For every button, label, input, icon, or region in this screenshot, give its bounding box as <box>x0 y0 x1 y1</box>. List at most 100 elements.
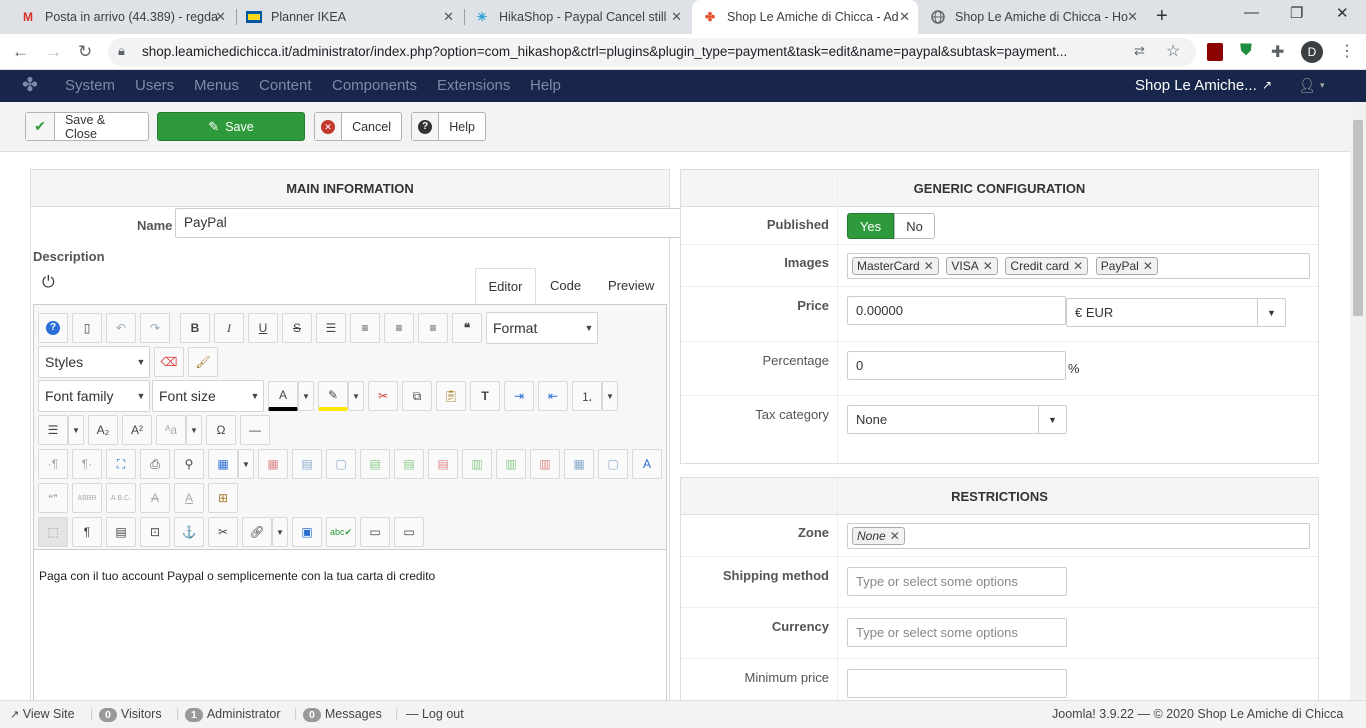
search-replace-icon[interactable]: ⚲ <box>174 449 204 479</box>
attributes-icon[interactable]: ⊞ <box>208 483 238 513</box>
highlight-color-icon[interactable]: ✎ <box>318 381 348 411</box>
insert-col-after-icon[interactable]: ▥ <box>496 449 526 479</box>
insert-row-after-icon[interactable]: ▤ <box>394 449 424 479</box>
cell-props-icon[interactable]: ▢ <box>326 449 356 479</box>
styles-a-icon[interactable]: A <box>632 449 662 479</box>
media-icon[interactable]: ⊡ <box>140 517 170 547</box>
rtl-icon[interactable]: ¶· <box>72 449 102 479</box>
chevron-down-icon[interactable]: ▼ <box>186 415 202 445</box>
text-color-icon[interactable]: A <box>268 381 298 411</box>
star-icon[interactable]: ☆ <box>1166 41 1180 61</box>
outdent-icon[interactable]: ⇤ <box>538 381 568 411</box>
close-icon[interactable]: ✕ <box>899 9 910 25</box>
blockquote-icon[interactable]: ❝ <box>452 313 482 343</box>
view-site-link[interactable]: ↗ View Site <box>10 707 75 721</box>
close-window-button[interactable]: ✕ <box>1336 4 1349 22</box>
back-button[interactable]: ← <box>12 42 29 62</box>
character-map-icon[interactable]: ᴬa <box>156 415 186 445</box>
row-props-icon[interactable]: ▤ <box>292 449 322 479</box>
browser-tab-shop-home[interactable]: Shop Le Amiche di Chicca - Ho ✕ <box>920 0 1146 34</box>
indent-icon[interactable]: ⇥ <box>504 381 534 411</box>
scrollbar[interactable] <box>1350 102 1366 700</box>
name-input[interactable]: PayPal <box>175 208 683 238</box>
readmore-icon[interactable]: ▭ <box>394 517 424 547</box>
format-select[interactable]: Format ▼ <box>486 312 598 344</box>
styles-select[interactable]: Styles ▼ <box>38 346 150 378</box>
menu-menus[interactable]: Menus <box>194 77 239 94</box>
anchor-icon[interactable]: ⚓ <box>174 517 204 547</box>
tab-editor[interactable]: Editor <box>475 268 536 304</box>
paragraph-icon[interactable]: ¶ <box>72 517 102 547</box>
site-name-link[interactable]: Shop Le Amiche... <box>1135 77 1257 94</box>
spellcheck-icon[interactable]: abc✔ <box>326 517 356 547</box>
tax-category-select[interactable]: None ▼ <box>847 405 1067 434</box>
tab-preview[interactable]: Preview <box>608 278 654 293</box>
copy-icon[interactable]: ⧉ <box>402 381 432 411</box>
forward-button[interactable]: → <box>45 42 62 62</box>
chevron-down-icon[interactable]: ▾ <box>1320 80 1325 91</box>
save-button[interactable]: ✎ Save <box>157 112 305 141</box>
split-cells-icon[interactable]: ▦ <box>564 449 594 479</box>
subscript-icon[interactable]: A₂ <box>88 415 118 445</box>
delete-table-icon[interactable]: ▦ <box>258 449 288 479</box>
ltr-icon[interactable]: ·¶ <box>38 449 68 479</box>
price-input[interactable]: 0.00000 <box>847 296 1066 325</box>
chevron-down-icon[interactable]: ▼ <box>298 381 314 411</box>
chevron-down-icon[interactable]: ▼ <box>68 415 84 445</box>
browser-tab-ikea[interactable]: Planner IKEA ✕ <box>236 0 462 34</box>
font-family-select[interactable]: Font family ▼ <box>38 380 150 412</box>
chevron-down-icon[interactable]: ▼ <box>272 517 288 547</box>
close-icon[interactable]: ✕ <box>1127 9 1138 25</box>
browser-tab-gmail[interactable]: M Posta in arrivo (44.389) - regda ✕ <box>10 0 234 34</box>
format-painter-icon[interactable]: 🖌︎ <box>188 347 218 377</box>
paste-icon[interactable]: 📋︎ <box>436 381 466 411</box>
menu-system[interactable]: System <box>65 77 115 94</box>
italic-icon[interactable]: I <box>214 313 244 343</box>
chevron-down-icon[interactable]: ▼ <box>238 449 254 479</box>
new-document-icon[interactable]: ▯ <box>72 313 102 343</box>
undo-icon[interactable]: ↶ <box>106 313 136 343</box>
help-button[interactable]: ? Help <box>411 112 486 141</box>
template-icon[interactable]: ▤ <box>106 517 136 547</box>
minimize-button[interactable]: — <box>1244 4 1259 21</box>
close-icon[interactable]: ✕ <box>890 529 900 543</box>
shipping-method-input[interactable]: Type or select some options <box>847 567 1067 596</box>
font-size-select[interactable]: Font size ▼ <box>152 380 264 412</box>
close-icon[interactable]: ✕ <box>1143 259 1153 273</box>
menu-content[interactable]: Content <box>259 77 312 94</box>
published-yes-button[interactable]: Yes <box>847 213 894 239</box>
zone-multiselect[interactable]: None ✕ <box>847 523 1310 549</box>
url-field[interactable]: 🔒︎ shop.leamichedichicca.it/administrato… <box>108 38 1196 66</box>
reload-button[interactable]: ↻ <box>78 42 92 62</box>
cite-icon[interactable]: ❝❞ <box>38 483 68 513</box>
horizontal-rule-icon[interactable]: — <box>240 415 270 445</box>
published-no-button[interactable]: No <box>894 213 935 239</box>
fullscreen-icon[interactable]: ⛶ <box>106 449 136 479</box>
bold-icon[interactable]: B <box>180 313 210 343</box>
scrollbar-thumb[interactable] <box>1353 120 1363 316</box>
align-right-icon[interactable]: ≡ <box>418 313 448 343</box>
currency-select[interactable]: € EUR ▼ <box>1066 298 1286 327</box>
cancel-button[interactable]: ✕ Cancel <box>314 112 402 141</box>
align-center-icon[interactable]: ≡ <box>350 313 380 343</box>
del-icon[interactable]: A <box>140 483 170 513</box>
merge-cells-icon[interactable]: ▢ <box>598 449 628 479</box>
strikethrough-icon[interactable]: S <box>282 313 312 343</box>
eraser-icon[interactable]: ⌫ <box>154 347 184 377</box>
cut-icon[interactable]: ✂ <box>368 381 398 411</box>
delete-col-icon[interactable]: ▥ <box>530 449 560 479</box>
extensions-icon[interactable]: ✚ <box>1271 42 1284 62</box>
print-icon[interactable]: ⎙ <box>140 449 170 479</box>
menu-users[interactable]: Users <box>135 77 174 94</box>
maximize-button[interactable]: ❐ <box>1290 4 1303 22</box>
browser-tab-hikashop[interactable]: ✳ HikaShop - Paypal Cancel still ✕ <box>464 0 690 34</box>
percentage-input[interactable]: 0 <box>847 351 1066 380</box>
help-icon[interactable]: ? <box>38 313 68 343</box>
align-left-icon[interactable]: ≡ <box>384 313 414 343</box>
pdf-extension-icon[interactable] <box>1207 43 1223 61</box>
tab-code[interactable]: Code <box>550 278 581 293</box>
minimum-price-input[interactable] <box>847 669 1067 698</box>
menu-icon[interactable]: ⋮ <box>1339 41 1355 61</box>
underline-icon[interactable]: U <box>248 313 278 343</box>
close-icon[interactable]: ✕ <box>671 9 682 25</box>
